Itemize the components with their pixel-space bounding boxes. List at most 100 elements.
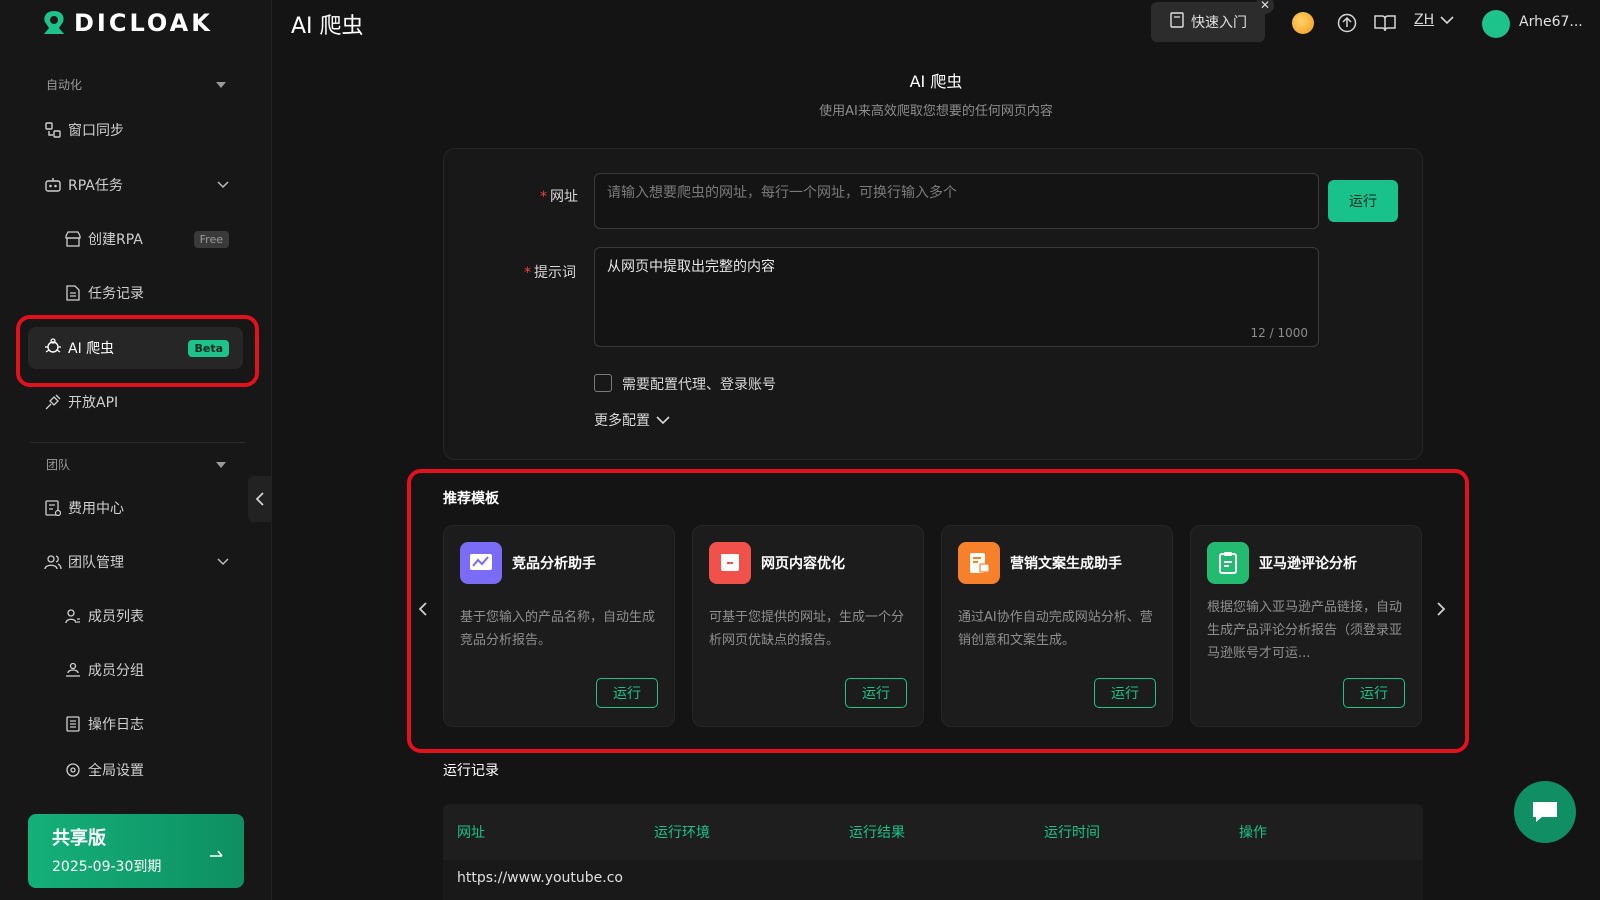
column-header-time[interactable]: 运行时间 (1044, 822, 1100, 842)
template-desc: 基于您输入的产品名称，自动生成竞品分析报告。 (460, 610, 656, 648)
sidebar-item-rpa-tasks[interactable]: RPA任务 (44, 167, 229, 203)
template-name: 亚马逊评论分析 (1259, 556, 1357, 572)
users-icon (44, 553, 62, 571)
sidebar-item-create-rpa[interactable]: 创建RPA Free (64, 221, 229, 257)
sidebar-item-label: 操作日志 (88, 717, 144, 733)
required-star: * (540, 189, 547, 205)
chevron-down-icon (217, 177, 229, 193)
more-config-toggle[interactable]: 更多配置 (594, 410, 670, 430)
avatar[interactable] (1482, 10, 1510, 38)
section-team-label: 团队 (46, 458, 71, 472)
template-name: 网页内容优化 (761, 556, 845, 572)
bug-icon (44, 337, 62, 359)
hero-subtitle: 使用AI来高效爬取您想要的任何网页内容 (819, 104, 1053, 119)
proxy-checkbox[interactable] (594, 374, 612, 392)
billing-icon (44, 499, 62, 517)
caret-down-icon (216, 461, 226, 468)
arrow-right-icon (208, 842, 224, 863)
clipboard-icon (1207, 542, 1249, 584)
language-selector[interactable]: ZH (1414, 12, 1454, 28)
ai-document-icon (958, 542, 1000, 584)
close-icon[interactable]: ✕ (1256, 0, 1274, 14)
template-card-marketing-copy[interactable]: 营销文案生成助手 通过AI协作自动完成网站分析、营销创意和文案生成。 运行 (941, 525, 1173, 727)
sidebar-item-team-mgmt[interactable]: 团队管理 (44, 544, 229, 580)
robot-icon (44, 176, 62, 194)
plan-card[interactable]: 共享版 2025-09-30到期 (28, 814, 244, 888)
url-input[interactable]: 请输入想要爬虫的网址，每行一个网址，可换行输入多个 (594, 173, 1319, 229)
section-team[interactable]: 团队 (46, 456, 226, 473)
run-button[interactable]: 运行 (1328, 180, 1398, 222)
template-name: 营销文案生成助手 (1010, 556, 1122, 572)
chat-bubble-icon (1533, 802, 1557, 822)
box-icon (709, 542, 751, 584)
settings-icon (64, 761, 82, 779)
carousel-prev-button[interactable] (418, 598, 428, 622)
logo[interactable]: DICLOAK (40, 8, 213, 38)
upload-icon[interactable] (1336, 12, 1358, 34)
book-icon[interactable] (1374, 12, 1396, 34)
chat-button[interactable] (1514, 781, 1576, 843)
sidebar-divider (30, 442, 245, 443)
quick-entry-label: 快速入门 (1191, 15, 1247, 31)
proxy-checkbox-label: 需要配置代理、登录账号 (622, 377, 776, 393)
username[interactable]: Arhe67... (1519, 14, 1583, 30)
template-desc: 根据您输入亚马逊产品链接，自动生成产品评论分析报告（须登录亚马逊账号才可运... (1207, 600, 1403, 661)
templates-title: 推荐模板 (443, 491, 499, 507)
template-card-competitor-analysis[interactable]: 竞品分析助手 基于您输入的产品名称，自动生成竞品分析报告。 运行 (443, 525, 675, 727)
template-run-button[interactable]: 运行 (1343, 678, 1405, 708)
column-header-result[interactable]: 运行结果 (849, 822, 905, 842)
sidebar-item-label: 创建RPA (88, 232, 143, 248)
template-run-button[interactable]: 运行 (596, 678, 658, 708)
plug-icon (44, 393, 62, 411)
collapse-sidebar-button[interactable] (248, 476, 272, 522)
row-url: https://www.youtube.co (457, 870, 623, 886)
plan-name: 共享版 (52, 828, 106, 849)
sidebar-item-global-settings[interactable]: 全局设置 (64, 760, 229, 780)
sidebar-item-open-api[interactable]: 开放API (44, 384, 229, 420)
prompt-label-text: 提示词 (534, 265, 576, 281)
template-run-button[interactable]: 运行 (1094, 678, 1156, 708)
column-header-environment[interactable]: 运行环境 (654, 822, 710, 842)
required-star: * (524, 265, 531, 281)
template-card-amazon-review[interactable]: 亚马逊评论分析 根据您输入亚马逊产品链接，自动生成产品评论分析报告（须登录亚马逊… (1190, 525, 1422, 727)
sidebar-item-label: 费用中心 (68, 501, 124, 517)
column-header-url[interactable]: 网址 (457, 822, 485, 842)
sidebar-item-billing[interactable]: 费用中心 (44, 490, 229, 526)
quick-entry-button[interactable]: 快速入门 (1151, 2, 1265, 42)
column-header-actions[interactable]: 操作 (1239, 822, 1267, 842)
hero-title: AI 爬虫 (909, 72, 963, 91)
log-icon (64, 715, 82, 733)
coin-icon[interactable] (1292, 12, 1314, 34)
chevron-left-icon (255, 492, 264, 506)
table-row[interactable]: https://www.youtube.co (443, 860, 1423, 900)
sidebar-item-label: 全局设置 (88, 763, 144, 779)
chevron-down-icon (656, 415, 670, 424)
user-list-icon (64, 607, 82, 625)
carousel-next-button[interactable] (1436, 598, 1446, 622)
sidebar-item-member-list[interactable]: 成员列表 (64, 598, 229, 634)
prompt-counter: 12 / 1000 (1250, 326, 1308, 340)
url-label-text: 网址 (550, 189, 578, 205)
user-group-icon (64, 661, 82, 679)
dicloak-logo-icon (40, 10, 68, 36)
chevron-left-icon (418, 602, 427, 616)
chevron-down-icon (1440, 15, 1454, 24)
sidebar-item-task-records[interactable]: 任务记录 (64, 275, 229, 311)
sidebar-item-label: 成员分组 (88, 663, 144, 679)
sidebar-item-label: 任务记录 (88, 286, 144, 302)
chevron-right-icon (1437, 602, 1446, 616)
template-run-button[interactable]: 运行 (845, 678, 907, 708)
template-card-webpage-optimization[interactable]: 网页内容优化 可基于您提供的网址，生成一个分析网页优缺点的报告。 运行 (692, 525, 924, 727)
prompt-textarea[interactable]: 从网页中提取出完整的内容 12 / 1000 (594, 247, 1319, 347)
template-desc: 通过AI协作自动完成网站分析、营销创意和文案生成。 (958, 610, 1153, 648)
prompt-label: * 提示词 (524, 262, 576, 282)
store-icon (64, 230, 82, 248)
sync-icon (44, 121, 62, 139)
sidebar-item-member-groups[interactable]: 成员分组 (64, 652, 229, 688)
more-config-label: 更多配置 (594, 413, 650, 429)
url-label: * 网址 (540, 186, 578, 206)
sidebar-item-label: 开放API (68, 395, 119, 411)
sidebar-item-ai-crawler[interactable]: AI 爬虫 Beta (28, 327, 243, 369)
sidebar-item-op-logs[interactable]: 操作日志 (64, 706, 229, 742)
logo-text: DICLOAK (74, 9, 213, 37)
